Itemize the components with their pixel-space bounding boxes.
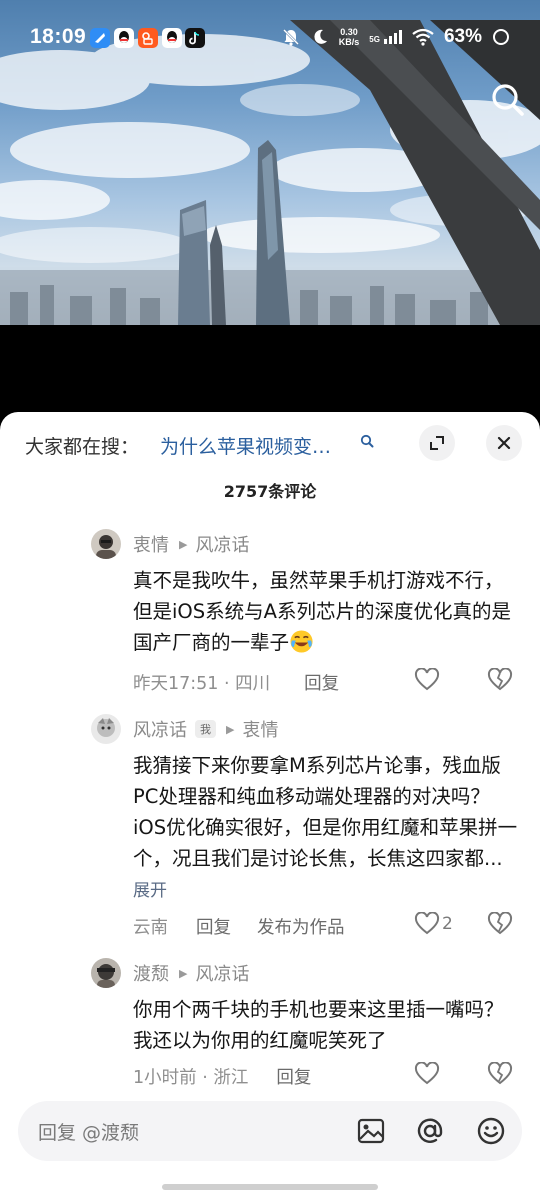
wifi-icon <box>412 28 434 46</box>
like-heart-icon[interactable] <box>414 668 440 692</box>
avatar[interactable] <box>91 714 121 744</box>
reply-input-placeholder: 回复 @渡颓 <box>38 1122 140 1144</box>
comment-meta: 云南 回复 发布为作品 <box>133 914 345 939</box>
sheet-header: 大家都在搜： 为什么苹果视频变… <box>0 412 540 474</box>
reply-input[interactable]: 回复 @渡颓 <box>18 1101 522 1161</box>
reply-arrow-icon: ▶ <box>179 966 188 980</box>
kuaishou-icon <box>138 28 158 48</box>
me-badge: 我 <box>195 720 216 738</box>
close-button[interactable] <box>486 425 522 461</box>
comment-location: 云南 <box>133 918 168 938</box>
moon-icon <box>314 29 327 44</box>
publish-as-work-button[interactable]: 发布为作品 <box>257 914 345 939</box>
comment-text: 真不是我吹牛，虽然苹果手机打游戏不行，但是iOS系统与A系列芯片的深度优化真的是… <box>133 569 511 654</box>
like-heart-icon[interactable] <box>414 1062 440 1086</box>
close-icon <box>497 436 511 450</box>
expand-button[interactable] <box>419 425 455 461</box>
dislike-broken-heart-icon[interactable] <box>487 912 513 936</box>
video-letterbox <box>0 325 540 415</box>
qq-icon <box>114 28 134 48</box>
qq-icon <box>162 28 182 48</box>
like-count: 2 <box>442 914 453 934</box>
expand-icon <box>430 436 444 450</box>
search-icon[interactable] <box>488 80 528 120</box>
hot-search-prefix: 大家都在搜： <box>25 436 140 458</box>
reply-to-name[interactable]: 风凉话 <box>195 960 249 986</box>
comment-time: 昨天17:51 · 四川 <box>133 674 271 694</box>
avatar[interactable] <box>91 529 121 559</box>
battery-ring-icon <box>493 29 509 45</box>
laugh-cry-emoji-icon <box>290 630 313 653</box>
reply-button[interactable]: 回复 <box>276 1064 311 1089</box>
dislike-broken-heart-icon[interactable] <box>487 668 513 692</box>
hot-search-icon[interactable] <box>360 434 374 448</box>
reply-arrow-icon: ▶ <box>179 537 188 551</box>
dislike-broken-heart-icon[interactable] <box>487 1062 513 1086</box>
reply-to-name[interactable]: 衷情 <box>242 716 278 742</box>
author-name[interactable]: 渡颓 <box>133 960 169 986</box>
like-heart-icon[interactable] <box>414 912 440 936</box>
comment-names: 风凉话 我 ▶ 衷情 <box>133 716 278 742</box>
comment-count: 2757条评论 <box>223 482 317 501</box>
clock: 18:09 <box>30 25 87 48</box>
tiktok-icon <box>185 28 205 48</box>
comment-sheet: 大家都在搜： 为什么苹果视频变… 2757条评论 衷情 ▶ 风凉话 真不是我吹牛… <box>0 412 540 1200</box>
comment-text: 我猜接下来你要拿M系列芯片论事，残血版PC处理器和纯血移动端处理器的对决吗？iO… <box>133 754 518 901</box>
image-icon[interactable] <box>356 1116 386 1146</box>
comment-time: 1小时前 · 浙江 <box>133 1068 249 1088</box>
avatar[interactable] <box>91 958 121 988</box>
comment-meta: 1小时前 · 浙江 回复 <box>133 1064 311 1089</box>
status-bar: 18:09 0.30 KB/s 5G 63% <box>0 20 540 56</box>
home-indicator[interactable] <box>162 1184 378 1190</box>
emoji-icon[interactable] <box>476 1116 506 1146</box>
reply-arrow-icon: ▶ <box>226 722 235 736</box>
network-speed: 0.30 KB/s <box>338 27 360 47</box>
reply-input-bar: 回复 @渡颓 <box>0 1087 540 1200</box>
comment-meta: 昨天17:51 · 四川 回复 <box>133 670 339 695</box>
comment-names: 渡颓 ▶ 风凉话 <box>133 960 249 986</box>
comment-text: 你用个两千块的手机也要来这里插一嘴吗？我还以为你用的红魔呢笑死了 <box>133 998 504 1052</box>
author-name[interactable]: 风凉话 <box>133 716 187 742</box>
author-name[interactable]: 衷情 <box>133 531 169 557</box>
mute-bell-icon <box>282 29 299 46</box>
reply-to-name[interactable]: 风凉话 <box>195 531 249 557</box>
reply-button[interactable]: 回复 <box>196 914 231 939</box>
signal-icon: 5G <box>369 30 402 44</box>
hot-search-link[interactable]: 为什么苹果视频变… <box>160 432 331 459</box>
feather-app-icon <box>90 28 110 48</box>
reply-button[interactable]: 回复 <box>304 670 339 695</box>
at-icon[interactable] <box>415 1116 445 1146</box>
battery-level: 63% <box>443 26 482 47</box>
comment-names: 衷情 ▶ 风凉话 <box>133 531 249 557</box>
expand-text-button[interactable]: 展开 <box>133 881 167 901</box>
